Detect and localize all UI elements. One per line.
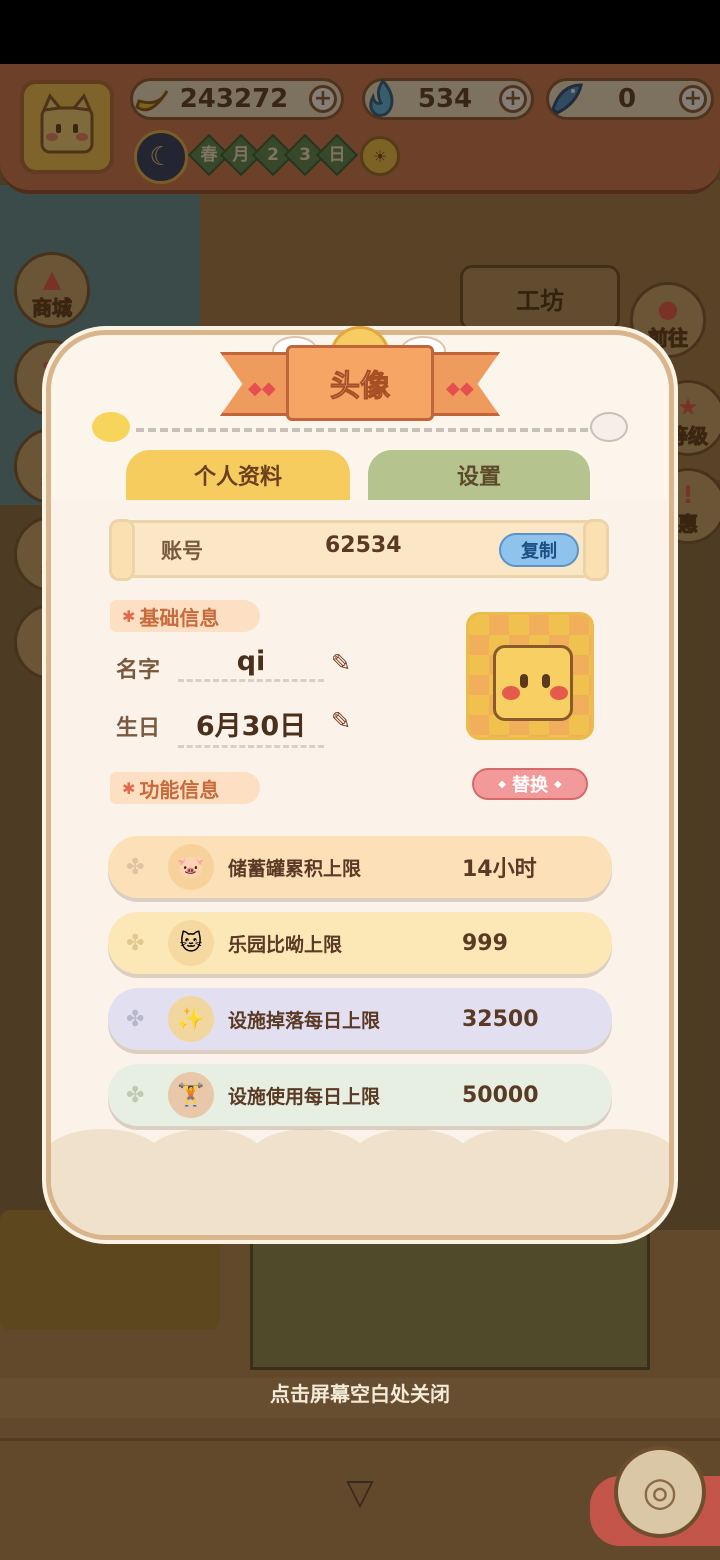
yarn-ball-icon[interactable]: ◎ [614, 1446, 706, 1538]
stat-row-piggy-bank: ✤ 🐷 储蓄罐累积上限 14小时 [108, 836, 612, 898]
diamond-icon: ◆ [554, 778, 562, 790]
chevron-down-icon[interactable]: ▽ [336, 1472, 384, 1513]
close-hint[interactable]: 点击屏幕空白处关闭 [0, 1378, 720, 1407]
diamond-icon: ◆ [498, 778, 506, 790]
diamond-icon: ◆◆ [248, 378, 276, 399]
account-id: 62534 [325, 533, 402, 558]
dialog-title-text: 头像 [330, 369, 391, 405]
stat-name: 储蓄罐累积上限 [228, 857, 362, 880]
stat-name: 设施掉落每日上限 [228, 1009, 381, 1032]
piggy-bank-icon: 🐷 [168, 844, 214, 890]
basic-info-header: ✱ 基础信息 [110, 600, 260, 632]
flower-icon: ✱ [122, 606, 136, 626]
tab-profile-label: 个人资料 [193, 465, 282, 490]
clover-icon: ✤ [126, 930, 145, 956]
flower-icon: ✱ [122, 778, 136, 798]
edit-name-button[interactable]: ✎ [326, 648, 356, 678]
stat-value: 999 [462, 930, 508, 956]
cat-pair-icon: 🐱 [168, 920, 214, 966]
dialog-title: 头像 [286, 345, 434, 421]
function-info-title: 功能信息 [139, 777, 220, 802]
stat-row-facility-drop: ✤ ✨ 设施掉落每日上限 32500 [108, 988, 612, 1050]
stat-value: 32500 [462, 1006, 539, 1032]
stat-row-park-meow: ✤ 🐱 乐园比呦上限 999 [108, 912, 612, 974]
tab-profile[interactable]: 个人资料 [126, 450, 350, 500]
diamond-icon: ◆◆ [446, 378, 474, 399]
copy-label: 复制 [521, 541, 557, 562]
sparkle-cat-icon: ✨ [168, 996, 214, 1042]
status-bar [0, 0, 720, 64]
account-row: 账号 62534 复制 [109, 519, 609, 581]
copy-button[interactable]: 复制 [499, 533, 579, 567]
stat-name: 乐园比呦上限 [228, 933, 343, 956]
swap-label: 替换 [512, 775, 548, 796]
account-label: 账号 [161, 539, 203, 563]
chick-icon [92, 412, 130, 442]
profile-avatar[interactable] [466, 612, 594, 740]
clover-icon: ✤ [126, 1006, 145, 1032]
name-value: qi [178, 646, 324, 682]
clover-icon: ✤ [126, 854, 145, 880]
divider [136, 428, 588, 432]
clover-icon: ✤ [126, 1082, 145, 1108]
tab-settings-label: 设置 [456, 465, 501, 490]
dumbbell-icon: 🏋 [168, 1072, 214, 1118]
swap-avatar-button[interactable]: ◆ 替换 ◆ [472, 768, 588, 800]
name-label: 名字 [116, 658, 161, 683]
birthday-value: 6月30日 [178, 704, 324, 748]
dialog-footer-decoration [51, 1129, 669, 1235]
stat-value: 50000 [462, 1082, 539, 1108]
birthday-label: 生日 [116, 716, 161, 741]
tab-settings[interactable]: 设置 [368, 450, 590, 500]
stat-value: 14小时 [462, 857, 537, 882]
cat-face-icon [493, 645, 573, 721]
cat-head-icon [590, 412, 628, 442]
stat-name: 设施使用每日上限 [228, 1085, 381, 1108]
basic-info-title: 基础信息 [139, 605, 220, 630]
stat-row-facility-use: ✤ 🏋 设施使用每日上限 50000 [108, 1064, 612, 1126]
edit-birthday-button[interactable]: ✎ [326, 706, 356, 736]
function-info-header: ✱ 功能信息 [110, 772, 260, 804]
